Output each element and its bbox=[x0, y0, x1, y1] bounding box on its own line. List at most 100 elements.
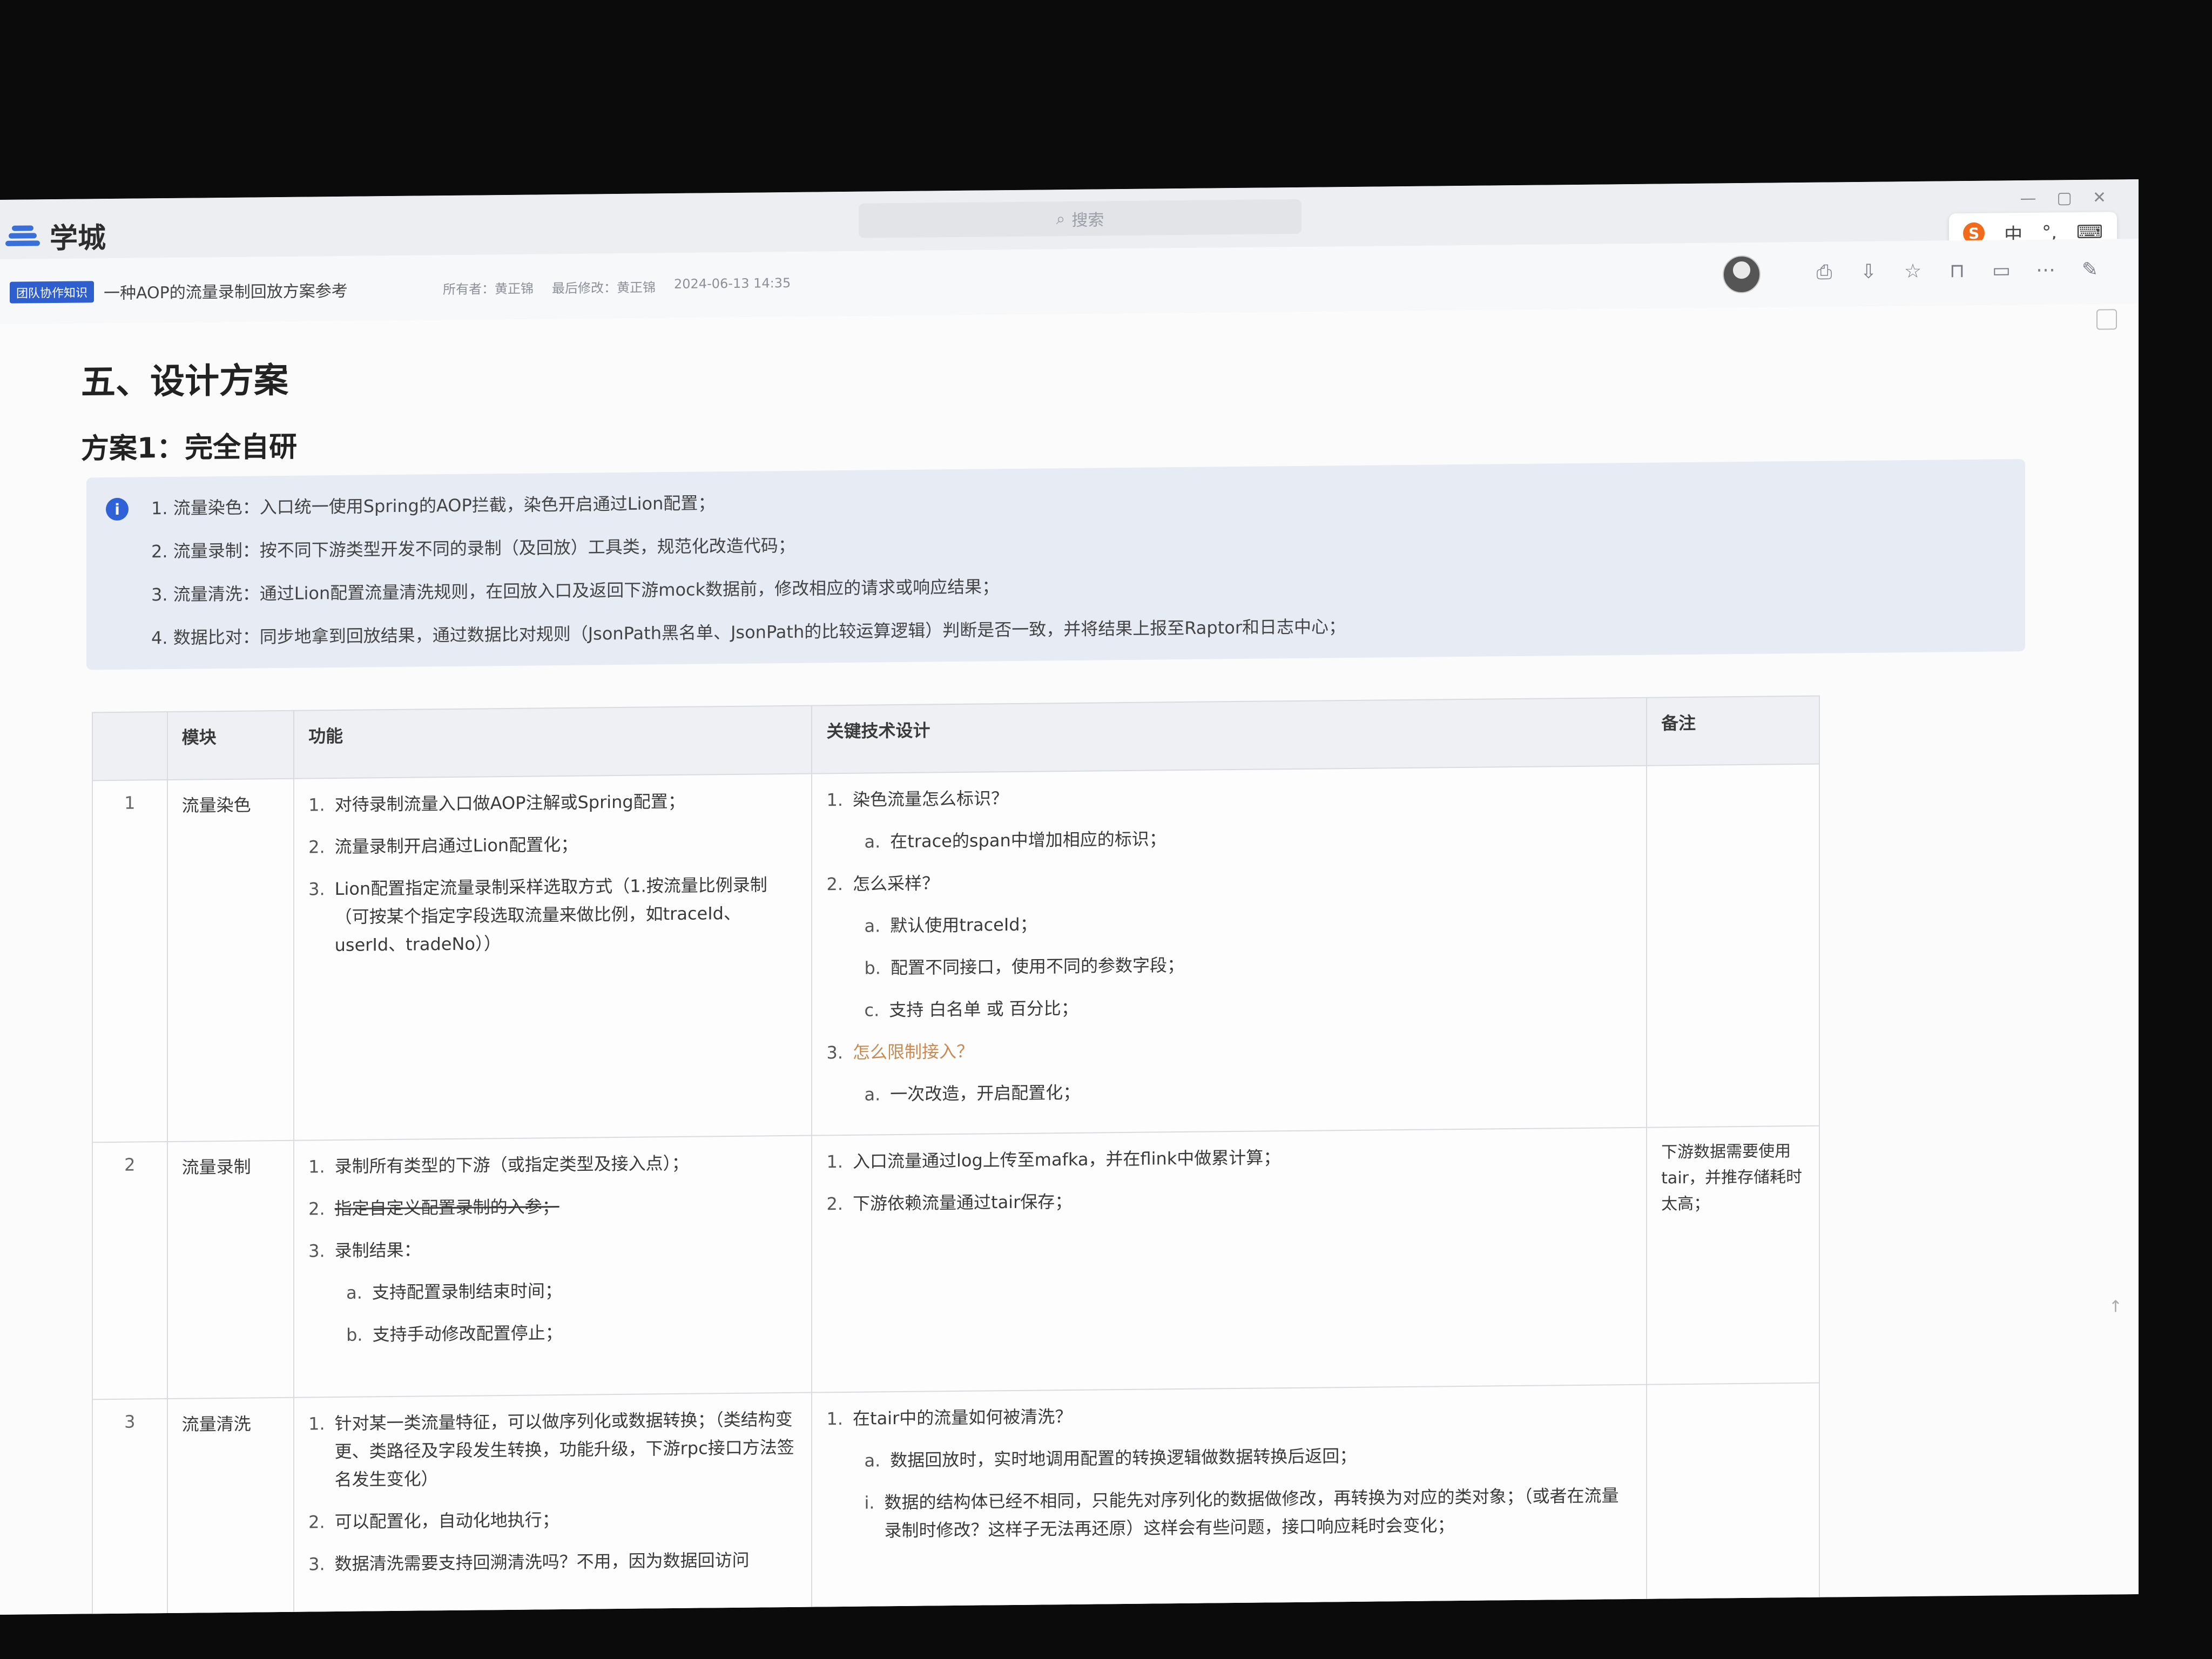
column-header-design: 关键技术设计 bbox=[812, 697, 1647, 774]
list-text: Lion配置指定流量录制采样选取方式（1.按流量比例录制（可按某个指定字段选取流… bbox=[334, 874, 767, 956]
list-marker: 3. bbox=[308, 1240, 325, 1262]
list-marker: 1. bbox=[308, 1413, 325, 1434]
outline-toggle-icon[interactable] bbox=[2096, 309, 2117, 330]
app-logo[interactable]: 学城 bbox=[5, 215, 106, 257]
list-item: 1. 入口流量通过log上传至mafka，并在flink中做累计算； bbox=[826, 1140, 1632, 1176]
row-index: 3 bbox=[92, 1399, 167, 1615]
row-index: 2 bbox=[92, 1142, 167, 1400]
search-placeholder: 搜索 bbox=[1071, 211, 1104, 230]
list-marker: 2. bbox=[308, 837, 325, 858]
list-marker: 1. bbox=[826, 1408, 844, 1429]
list-item: 3. 怎么限制接入？ bbox=[826, 1031, 1632, 1067]
list-text: 流量录制开启通过Lion配置化； bbox=[334, 834, 578, 858]
list-text: 怎么限制接入？ bbox=[853, 1041, 974, 1063]
list-text: 支持手动修改配置停止； bbox=[372, 1323, 563, 1345]
info-icon: i bbox=[106, 497, 129, 521]
list-item: 3. 数据清洗需要支持回溯清洗吗？不用，因为数据回访问 bbox=[308, 1546, 797, 1579]
more-icon[interactable]: ⋯ bbox=[2035, 259, 2056, 281]
list-item: 1. 对待录制流量入口做AOP注解或Spring配置； bbox=[308, 786, 797, 819]
global-search-input[interactable]: ⌕ 搜索 bbox=[859, 199, 1301, 238]
scroll-top-icon[interactable]: ↑ bbox=[2109, 1297, 2122, 1316]
module-cell: 流量录制 bbox=[167, 1140, 294, 1399]
list-text: 针对某一类流量特征，可以做序列化或数据转换；（类结构变更、类路径及字段发生转换，… bbox=[334, 1408, 794, 1491]
table-row: 1 流量染色 1. 对待录制流量入口做AOP注解或Spring配置； 2. 流量录制开启通… bbox=[92, 764, 1819, 1143]
list-text: 染色流量怎么标识？ bbox=[853, 788, 1009, 810]
info-callout: i 1. 流量染色：入口统一使用Spring的AOP拦截，染色开启通过Lion配… bbox=[86, 459, 2025, 670]
list-text: 数据清洗需要支持回溯清洗吗？不用，因为数据回访问 bbox=[334, 1549, 750, 1575]
list-text: 支持配置录制结束时间； bbox=[372, 1280, 562, 1303]
edit-icon[interactable]: ✎ bbox=[2079, 259, 2101, 281]
document-toolbar: ⎙ ⇩ ☆ ⊓ ▭ ⋯ ✎ bbox=[1813, 259, 2101, 284]
column-header-note: 备注 bbox=[1647, 696, 1819, 766]
feature-cell: 1. 录制所有类型的下游（或指定类型及接入点）； 2. 指定自定义配置录制的入参； 3.… bbox=[294, 1135, 812, 1398]
list-item: 1. 染色流量怎么标识？ bbox=[826, 778, 1632, 814]
list-marker: 1. bbox=[826, 1151, 844, 1172]
list-item: 3. 录制结果： bbox=[308, 1232, 797, 1265]
minimize-button[interactable]: — bbox=[2020, 189, 2036, 208]
list-text: 一次改造，开启配置化； bbox=[890, 1082, 1081, 1105]
list-text: 数据回放时，实时地调用配置的转换逻辑做数据转换后返回； bbox=[890, 1445, 1357, 1471]
list-marker: 2. bbox=[826, 874, 844, 895]
owner-label: 所有者：黄正锦 bbox=[443, 281, 534, 298]
feature-cell: 1. 对待录制流量入口做AOP注解或Spring配置； 2. 流量录制开启通过Lion… bbox=[294, 773, 812, 1141]
list-marker: c. bbox=[864, 1000, 880, 1021]
module-cell: 流量染色 bbox=[167, 778, 294, 1142]
list-text: 默认使用traceId； bbox=[890, 914, 1037, 936]
list-marker: a. bbox=[346, 1282, 362, 1303]
note-cell: 下游数据需要使用tair，并推存储耗时太高； bbox=[1647, 1125, 1819, 1385]
list-text: 配置不同接口，使用不同的参数字段； bbox=[890, 954, 1184, 979]
row-index: 1 bbox=[92, 780, 167, 1143]
list-item: 1. 在tair中的流量如何被清洗？ bbox=[826, 1397, 1632, 1433]
space-badge[interactable]: 团队协作知识 bbox=[10, 281, 95, 304]
list-marker: 1. bbox=[826, 790, 844, 811]
list-marker: a. bbox=[864, 831, 881, 852]
design-list: 1. 在tair中的流量如何被清洗？ a. 数据回放时，实时地调用配置的转换逻辑做数据… bbox=[826, 1397, 1632, 1545]
maximize-button[interactable]: ▢ bbox=[2057, 188, 2072, 207]
feature-list: 1. 针对某一类流量特征，可以做序列化或数据转换；（类结构变更、类路径及字段发生转… bbox=[308, 1405, 797, 1579]
list-item: 2. 下游依赖流量通过tair保存； bbox=[826, 1182, 1632, 1218]
subsection-heading: 方案1：完全自研 bbox=[81, 430, 298, 466]
list-marker: i. bbox=[864, 1492, 875, 1513]
list-text: 入口流量通过log上传至mafka，并在flink中做累计算； bbox=[853, 1147, 1281, 1172]
app-window: 学城 ⌕ 搜索 — ▢ ✕ S 中 °, ⌨ 团队协作知识 一种AOP的流量录制… bbox=[0, 179, 2139, 1615]
list-marker: 3. bbox=[308, 1554, 325, 1575]
close-button[interactable]: ✕ bbox=[2093, 188, 2106, 207]
design-table: 模块 功能 关键技术设计 备注 1 流量染色 1. 对待录制流量入口做AOP注解或Sp… bbox=[92, 695, 1820, 1615]
list-marker: 3. bbox=[308, 879, 325, 900]
star-icon[interactable]: ☆ bbox=[1902, 260, 1924, 283]
book-stack-icon bbox=[5, 224, 40, 248]
list-item: 1. 针对某一类流量特征，可以做序列化或数据转换；（类结构变更、类路径及字段发生转… bbox=[308, 1405, 797, 1494]
feature-list: 1. 录制所有类型的下游（或指定类型及接入点）； 2. 指定自定义配置录制的入参； 3.… bbox=[308, 1148, 797, 1350]
list-item: a. 数据回放时，实时地调用配置的转换逻辑做数据转换后返回； bbox=[826, 1439, 1632, 1475]
list-text: 下游依赖流量通过tair保存； bbox=[853, 1191, 1073, 1214]
list-marker: a. bbox=[864, 1084, 881, 1105]
design-list: 1. 染色流量怎么标识？ a. 在trace的span中增加相应的标识； 2. 怎么采样？… bbox=[826, 778, 1632, 1109]
list-item: a. 一次改造，开启配置化； bbox=[826, 1073, 1632, 1109]
list-item: b. 支持手动修改配置停止； bbox=[308, 1317, 797, 1350]
list-item: b. 配置不同接口，使用不同的参数字段； bbox=[826, 947, 1632, 982]
search-icon: ⌕ bbox=[1056, 209, 1065, 228]
list-item: i. 数据的结构体已经不相同，只能先对序列化的数据做修改，再转换为对应的类对象；（… bbox=[826, 1481, 1632, 1545]
list-text: 怎么采样？ bbox=[853, 873, 940, 894]
share-icon[interactable]: ⎙ bbox=[1813, 261, 1835, 284]
design-cell: 1. 在tair中的流量如何被清洗？ a. 数据回放时，实时地调用配置的转换逻辑做数据… bbox=[812, 1384, 1647, 1615]
column-header-module: 模块 bbox=[167, 710, 294, 780]
document-body: 五、设计方案 方案1：完全自研 i 1. 流量染色：入口统一使用Spring的A… bbox=[0, 303, 2139, 1615]
note-cell bbox=[1647, 764, 1819, 1128]
list-item: 1. 录制所有类型的下游（或指定类型及接入点）； bbox=[308, 1148, 797, 1181]
list-item: a. 支持配置录制结束时间； bbox=[308, 1274, 797, 1307]
list-marker: b. bbox=[864, 957, 881, 979]
design-cell: 1. 入口流量通过log上传至mafka，并在flink中做累计算； 2. 下游依赖流… bbox=[812, 1127, 1647, 1393]
comment-icon[interactable]: ▭ bbox=[1991, 259, 2012, 282]
export-icon[interactable]: ⇩ bbox=[1858, 261, 1879, 284]
list-item: 2. 流量录制开启通过Lion配置化； bbox=[308, 828, 797, 861]
list-marker: 1. bbox=[308, 794, 325, 815]
table-row: 2 流量录制 1. 录制所有类型的下游（或指定类型及接入点）； 2. 指定自定义配置录制的… bbox=[92, 1125, 1819, 1400]
list-text: 在trace的span中增加相应的标识； bbox=[890, 828, 1166, 852]
window-controls: — ▢ ✕ bbox=[2020, 188, 2107, 208]
list-item: c. 支持 白名单 或 百分比； bbox=[826, 989, 1632, 1024]
avatar[interactable] bbox=[1723, 255, 1761, 294]
design-list: 1. 入口流量通过log上传至mafka，并在flink中做累计算； 2. 下游依赖流… bbox=[826, 1140, 1632, 1218]
lock-icon[interactable]: ⊓ bbox=[1946, 260, 1968, 282]
feature-list: 1. 对待录制流量入口做AOP注解或Spring配置； 2. 流量录制开启通过Lion… bbox=[308, 786, 797, 960]
